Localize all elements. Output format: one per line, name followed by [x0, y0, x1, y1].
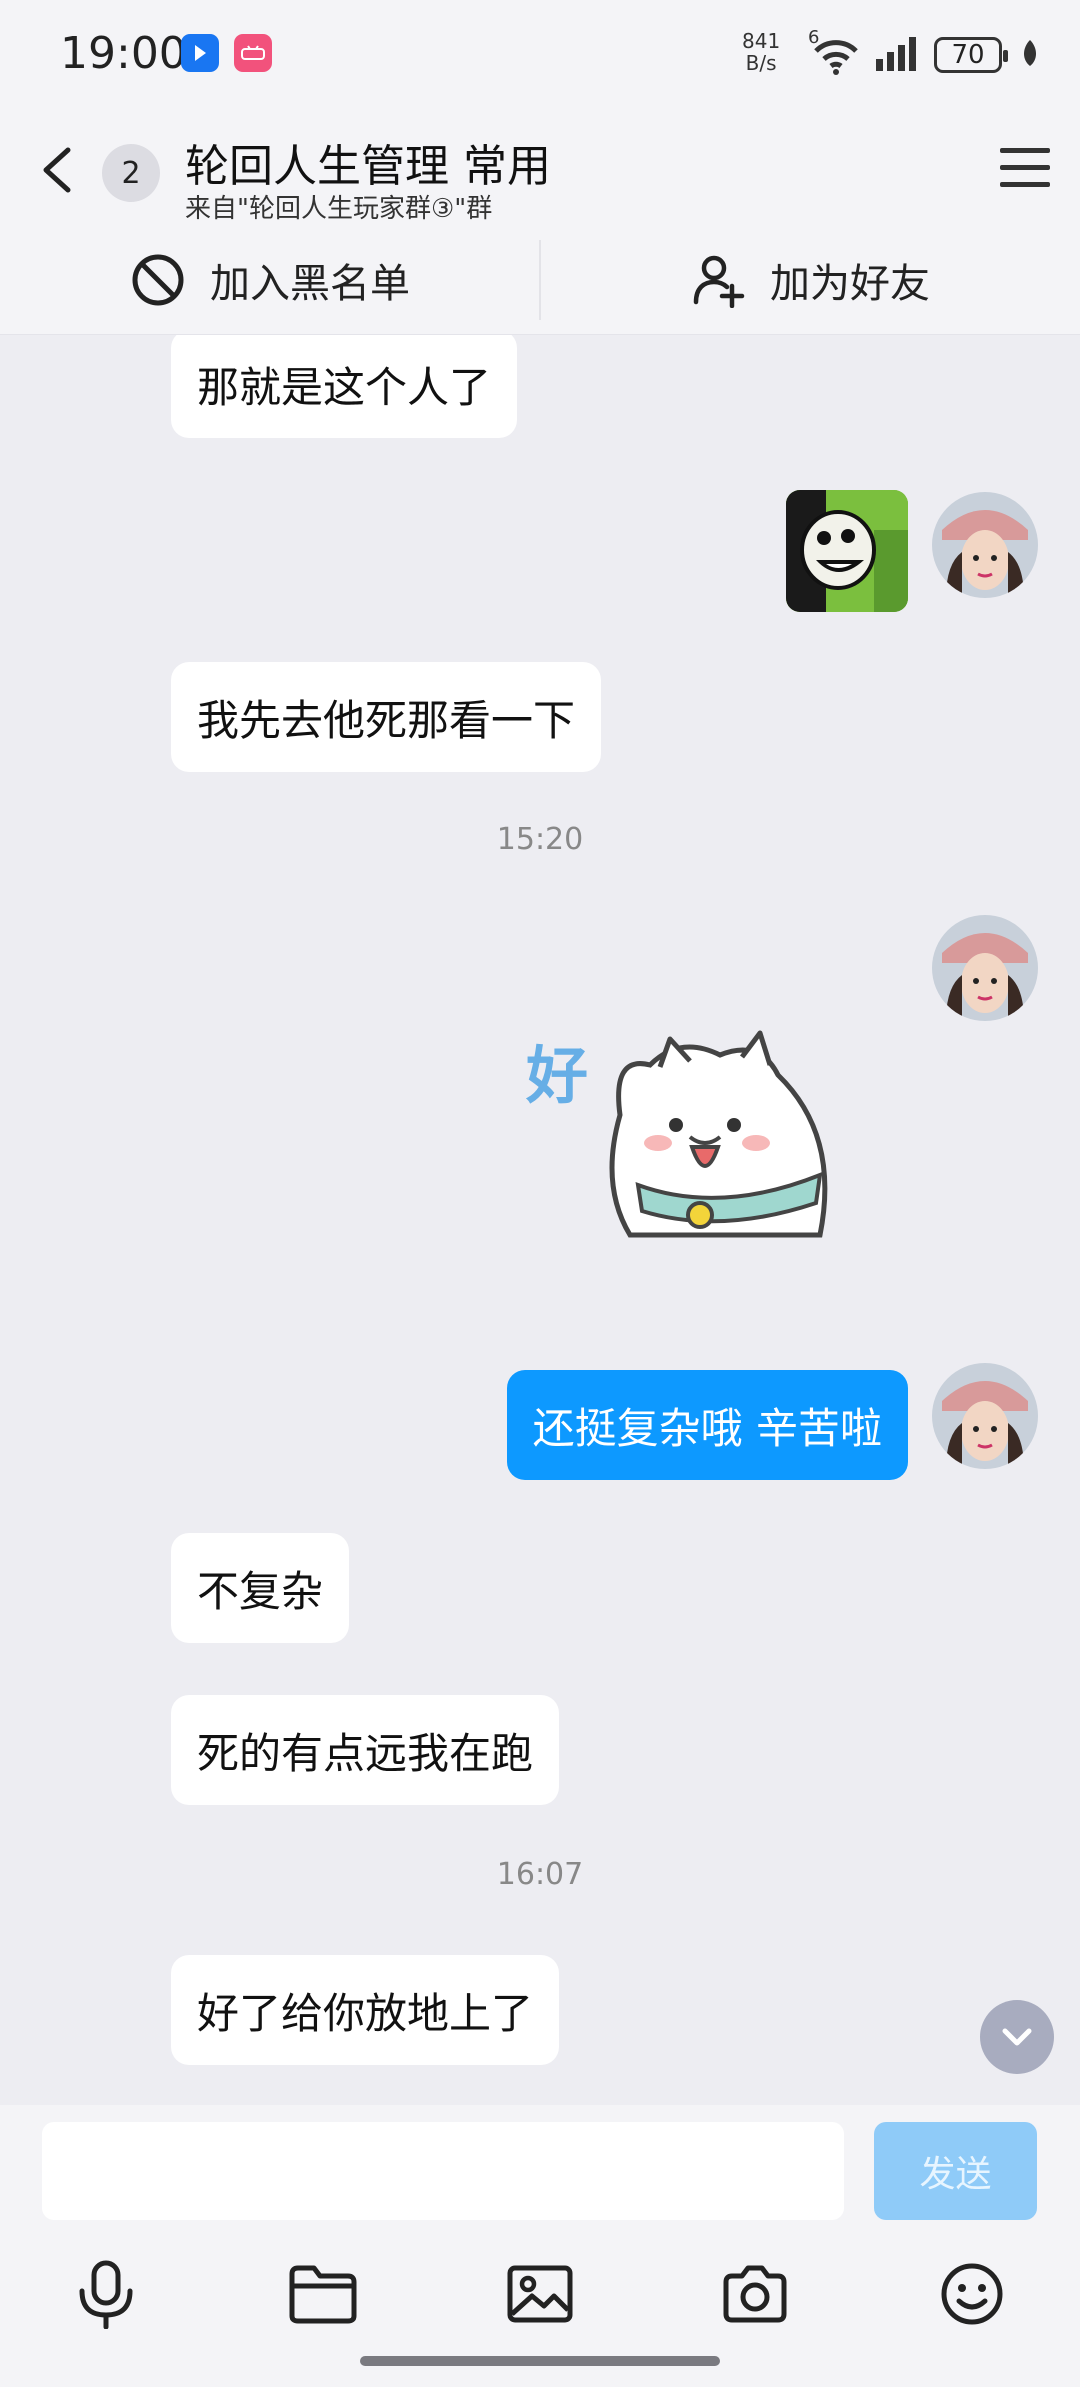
- input-area: 发送: [0, 2105, 1080, 2387]
- camera-button[interactable]: [713, 2252, 797, 2336]
- chat-header: 2 轮回人生管理 常用 来自"轮回人生玩家群③"群: [0, 110, 1080, 225]
- timestamp: 16:07: [496, 1857, 584, 1892]
- status-time: 19:00: [60, 28, 187, 79]
- message-text: 那就是这个人了: [197, 362, 492, 412]
- sticker-image[interactable]: [786, 490, 908, 612]
- action-bar: 加入黑名单 加为好友: [0, 225, 1080, 335]
- app-notification-icon: [181, 34, 219, 72]
- message-input[interactable]: [42, 2122, 844, 2220]
- menu-icon-line: [1000, 148, 1050, 153]
- wifi-icon: 6: [808, 27, 864, 77]
- chevron-down-icon: [1002, 2028, 1032, 2046]
- image-icon: [507, 2265, 573, 2323]
- home-indicator[interactable]: [360, 2356, 720, 2366]
- chat-title: 轮回人生管理 常用: [185, 141, 551, 192]
- avatar[interactable]: [932, 1363, 1038, 1469]
- add-to-blacklist-button[interactable]: 加入黑名单: [0, 225, 540, 335]
- network-speed-value: 841: [742, 29, 781, 53]
- message-bubble-incoming[interactable]: 那就是这个人了: [171, 335, 518, 438]
- add-user-icon: [693, 255, 745, 308]
- chevron-left-icon: [43, 147, 71, 193]
- cat-sticker[interactable]: 好: [520, 1025, 860, 1255]
- message-text: 好了给你放地上了: [197, 1988, 534, 2038]
- battery-indicator: 70: [934, 37, 1008, 73]
- menu-icon-line: [1000, 182, 1050, 187]
- message-text: 我先去他死那看一下: [197, 695, 576, 745]
- avatar[interactable]: [932, 915, 1038, 1021]
- avatar[interactable]: [932, 492, 1038, 598]
- message-bubble-incoming[interactable]: 不复杂: [171, 1533, 350, 1643]
- emoji-button[interactable]: [930, 2252, 1014, 2336]
- folder-icon: [289, 2265, 357, 2324]
- message-text: 不复杂: [197, 1566, 324, 1616]
- status-bar: 19:00 841 B/s 6 70: [0, 0, 1080, 110]
- chat-message-list[interactable]: 那就是这个人了 我先去他死那看一下 15:20 好 还挺复杂哦 辛苦啦 不复杂 …: [0, 335, 1080, 2105]
- message-bubble-incoming[interactable]: 死的有点远我在跑: [171, 1695, 560, 1805]
- image-button[interactable]: [498, 2252, 582, 2336]
- signal-icon: [874, 35, 924, 75]
- camera-icon: [723, 2265, 787, 2323]
- leaf-icon: [1020, 38, 1040, 72]
- message-text: 死的有点远我在跑: [197, 1728, 534, 1778]
- scroll-to-bottom-button[interactable]: [980, 2000, 1054, 2074]
- back-button[interactable]: [30, 140, 90, 200]
- app-notification-icon-2: [234, 34, 272, 72]
- unread-count-badge[interactable]: 2: [102, 144, 160, 202]
- battery-level: 70: [951, 40, 985, 70]
- network-speed-unit: B/s: [745, 51, 777, 75]
- send-button[interactable]: 发送: [874, 2122, 1037, 2220]
- voice-button[interactable]: [64, 2252, 148, 2336]
- menu-button[interactable]: [1000, 148, 1050, 193]
- network-speed: 841 B/s: [742, 30, 780, 74]
- add-friend-button[interactable]: 加为好友: [540, 225, 1080, 335]
- message-text: 还挺复杂哦 辛苦啦: [532, 1403, 882, 1453]
- file-button[interactable]: [281, 2252, 365, 2336]
- chat-subtitle: 来自"轮回人生玩家群③"群: [185, 194, 493, 224]
- microphone-icon: [79, 2260, 133, 2329]
- menu-icon-line: [1000, 165, 1050, 170]
- message-bubble-incoming[interactable]: 我先去他死那看一下: [171, 662, 602, 772]
- smiley-icon: [941, 2263, 1003, 2325]
- add-to-blacklist-label: 加入黑名单: [210, 261, 410, 307]
- wifi-label: 6: [808, 27, 820, 48]
- add-friend-label: 加为好友: [770, 261, 930, 307]
- block-icon: [132, 254, 184, 306]
- message-bubble-incoming[interactable]: 好了给你放地上了: [171, 1955, 560, 2065]
- timestamp: 15:20: [496, 822, 584, 857]
- sticker-text: 好: [526, 1039, 589, 1112]
- message-bubble-outgoing[interactable]: 还挺复杂哦 辛苦啦: [506, 1370, 908, 1480]
